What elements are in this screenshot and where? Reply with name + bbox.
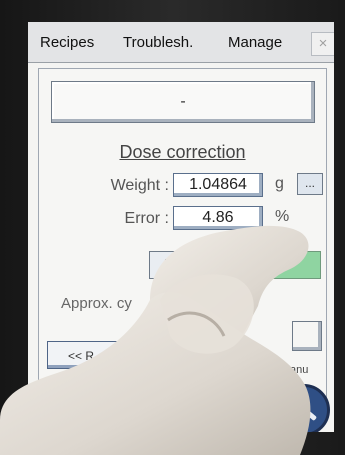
section-title: Dose correction <box>119 142 246 162</box>
touch-screen: Recipes Troublesh. Manage × - Dose corre… <box>28 22 334 432</box>
weight-label: Weight : <box>110 177 169 194</box>
dial-icon[interactable] <box>278 384 330 432</box>
tab-recipes[interactable]: Recipes <box>40 34 94 51</box>
tab-bar: Recipes Troublesh. Manage × <box>28 22 334 63</box>
manual-label: anu <box>290 364 309 376</box>
weight-field[interactable]: 1.04864 <box>173 173 263 197</box>
error-unit: % <box>275 208 290 225</box>
weight-browse-button[interactable]: ... <box>297 173 323 195</box>
close-button[interactable]: × <box>311 32 334 56</box>
weight-unit: g <box>275 175 284 192</box>
raz-button[interactable]: RAZ <box>149 251 209 279</box>
recipe-selector[interactable]: - <box>51 81 315 123</box>
dose-correction-panel: - Dose correction Weight : 1.04864 g ...… <box>38 68 327 400</box>
error-field[interactable]: 4.86 <box>173 206 263 230</box>
back-button[interactable]: << R <box>47 341 147 369</box>
error-label: Error : <box>124 210 169 227</box>
approx-cycle-label: Approx. cy <box>61 295 132 312</box>
tab-troubleshooting[interactable]: Troublesh. <box>123 34 193 51</box>
cycle-field[interactable] <box>292 321 322 351</box>
tab-manage[interactable]: Manage <box>228 34 282 51</box>
close-icon: × <box>318 35 328 52</box>
confirm-button[interactable] <box>223 251 321 279</box>
